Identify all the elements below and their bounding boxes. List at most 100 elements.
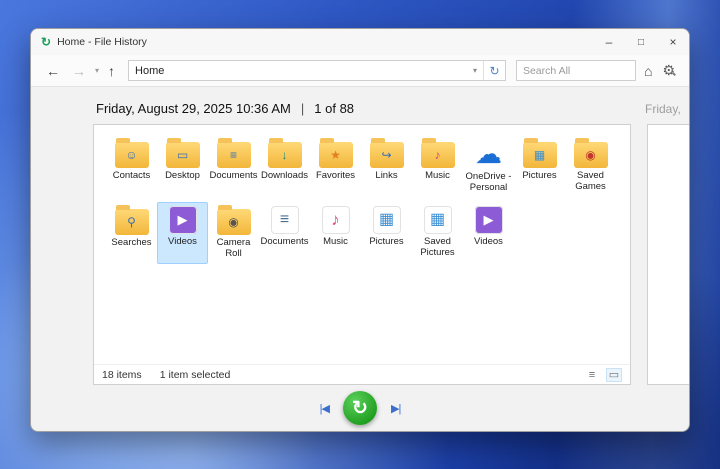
item-12-camera-roll[interactable]: ◉ Camera Roll bbox=[208, 202, 259, 264]
status-bar: 18 items 1 item selected ≡ ▭ bbox=[94, 364, 630, 384]
restore-button[interactable]: ↻ bbox=[343, 391, 377, 425]
folder-item-label: Pictures bbox=[369, 235, 404, 247]
item-3-downloads[interactable]: ↓ Downloads bbox=[259, 135, 310, 198]
item-17-videos[interactable]: ▶ Videos bbox=[463, 202, 514, 264]
snapshot-date: Friday, August 29, 2025 10:36 AM | 1 of … bbox=[96, 101, 354, 116]
folder-item-label: Searches bbox=[111, 236, 152, 248]
folder-glyph: ▶ bbox=[177, 212, 188, 228]
address-bar[interactable]: ▾ ↻ bbox=[128, 60, 506, 81]
refresh-icon[interactable]: ↻ bbox=[482, 61, 505, 80]
address-input[interactable] bbox=[129, 64, 467, 77]
folder-icon: ◉ bbox=[216, 204, 251, 235]
items-count: 18 items bbox=[102, 368, 142, 381]
search-icon[interactable] bbox=[664, 65, 676, 77]
snapshot-navigation: |◀ ↻ ▶| bbox=[31, 385, 689, 431]
item-1-desktop[interactable]: ▭ Desktop bbox=[157, 135, 208, 198]
folder-glyph: ▦ bbox=[533, 148, 546, 162]
folder-icon: ▦ bbox=[423, 205, 452, 234]
home-icon[interactable]: ⌂ bbox=[642, 63, 654, 79]
history-dropdown-icon[interactable]: ▾ bbox=[95, 66, 99, 75]
folder-glyph: ☺ bbox=[125, 148, 138, 162]
snapshot-position: 1 of 88 bbox=[314, 101, 355, 116]
folder-item-label: Contacts bbox=[112, 170, 151, 181]
folder-item-label: Documents bbox=[209, 170, 258, 181]
folder-icon: ≡ bbox=[216, 138, 251, 168]
maximize-button[interactable]: □ bbox=[625, 29, 657, 55]
item-11-videos[interactable]: ▶ Videos bbox=[157, 201, 208, 264]
folder-glyph: ♪ bbox=[434, 148, 441, 162]
item-13-documents[interactable]: ≡ Documents bbox=[259, 202, 310, 264]
folder-item-label: Pictures bbox=[522, 170, 557, 181]
next-snapshot-panel[interactable] bbox=[647, 124, 689, 385]
item-14-music[interactable]: ♪ Music bbox=[310, 202, 361, 264]
folder-glyph: ☁ bbox=[475, 138, 502, 169]
item-7-onedrive-personal[interactable]: ☁ OneDrive - Personal bbox=[463, 135, 514, 198]
back-icon[interactable]: ← bbox=[43, 63, 63, 79]
close-button[interactable]: × bbox=[657, 29, 689, 55]
folder-item-label: Links bbox=[375, 170, 398, 181]
item-16-saved-pictures[interactable]: ▦ Saved Pictures bbox=[412, 202, 463, 264]
snapshot-date-text: Friday, August 29, 2025 10:36 AM bbox=[96, 101, 291, 116]
folder-icon: ≡ bbox=[270, 205, 299, 234]
folder-icon: ☁ bbox=[472, 139, 506, 169]
item-6-music[interactable]: ♪ Music bbox=[412, 135, 463, 198]
folder-glyph: ⚲ bbox=[127, 214, 136, 229]
folder-glyph: ◉ bbox=[585, 148, 596, 162]
folder-icon: ◉ bbox=[573, 138, 608, 168]
item-0-contacts[interactable]: ☺ Contacts bbox=[106, 135, 157, 198]
folder-glyph: ▦ bbox=[429, 210, 446, 228]
folder-glyph: ▦ bbox=[378, 210, 395, 228]
folder-item-label: Downloads bbox=[261, 170, 308, 181]
previous-snapshot-button[interactable]: |◀ bbox=[320, 402, 330, 415]
folder-item-label: Videos bbox=[474, 235, 503, 247]
minimize-button[interactable]: – bbox=[593, 29, 625, 55]
folder-icon: ▦ bbox=[522, 138, 557, 168]
next-snapshot-button[interactable]: ▶| bbox=[391, 402, 401, 415]
search-box[interactable] bbox=[515, 60, 673, 81]
folder-icon: ▶ bbox=[474, 205, 503, 234]
item-15-pictures[interactable]: ▦ Pictures bbox=[361, 202, 412, 264]
folder-item-label: Desktop bbox=[165, 170, 200, 181]
titlebar: ↻ Home - File History – □ × bbox=[31, 29, 689, 55]
folder-icon: ▶ bbox=[168, 205, 197, 234]
folder-item-label: Camera Roll bbox=[216, 236, 251, 260]
item-10-searches[interactable]: ⚲ Searches bbox=[106, 202, 157, 264]
selection-count: 1 item selected bbox=[159, 368, 231, 381]
folder-glyph: ≡ bbox=[279, 210, 290, 228]
date-header-row: Friday, August 29, 2025 10:36 AM | 1 of … bbox=[31, 87, 689, 124]
folder-item-label: Music bbox=[323, 235, 348, 247]
folder-icon: ↪ bbox=[369, 138, 404, 168]
window-controls: – □ × bbox=[593, 29, 689, 55]
item-9-saved-games[interactable]: ◉ Saved Games bbox=[565, 135, 616, 198]
forward-icon[interactable]: → bbox=[69, 63, 89, 79]
item-8-pictures[interactable]: ▦ Pictures bbox=[514, 135, 565, 198]
folder-icon: ★ bbox=[318, 138, 353, 168]
address-dropdown-icon[interactable]: ▾ bbox=[467, 66, 483, 75]
folder-item-label: Saved Pictures bbox=[420, 235, 455, 259]
desktop-background: ↻ Home - File History – □ × ← → ▾ ↑ ▾ ↻ bbox=[0, 0, 720, 469]
item-4-favorites[interactable]: ★ Favorites bbox=[310, 135, 361, 198]
folder-icon: ♪ bbox=[321, 205, 350, 234]
item-5-links[interactable]: ↪ Links bbox=[361, 135, 412, 198]
folder-glyph: ↓ bbox=[281, 148, 288, 162]
date-separator: | bbox=[300, 101, 305, 116]
folder-glyph: ▶ bbox=[483, 212, 494, 228]
folder-glyph: ♪ bbox=[331, 210, 340, 230]
folder-item-label: Videos bbox=[168, 235, 197, 247]
thumbnail-view-icon[interactable]: ▭ bbox=[606, 367, 622, 382]
folder-item-label: Documents bbox=[260, 235, 309, 247]
snapshot-panel: ☺ Contacts ▭ Desktop ≡ Documents ↓ Downl… bbox=[93, 124, 631, 385]
up-icon[interactable]: ↑ bbox=[105, 63, 118, 79]
folder-glyph: ★ bbox=[330, 148, 341, 162]
folder-icon: ▭ bbox=[165, 138, 200, 168]
restore-icon: ↻ bbox=[352, 397, 368, 419]
item-2-documents[interactable]: ≡ Documents bbox=[208, 135, 259, 198]
view-toggles: ≡ ▭ bbox=[584, 367, 622, 382]
list-view-icon[interactable]: ≡ bbox=[584, 368, 600, 382]
folder-icon: ⚲ bbox=[114, 204, 149, 235]
file-history-app-icon: ↻ bbox=[41, 35, 52, 49]
folder-icon: ☺ bbox=[114, 138, 149, 168]
folder-icon: ♪ bbox=[420, 138, 455, 168]
folder-item-label: Music bbox=[425, 170, 450, 181]
folder-item-label: Favorites bbox=[315, 170, 356, 181]
